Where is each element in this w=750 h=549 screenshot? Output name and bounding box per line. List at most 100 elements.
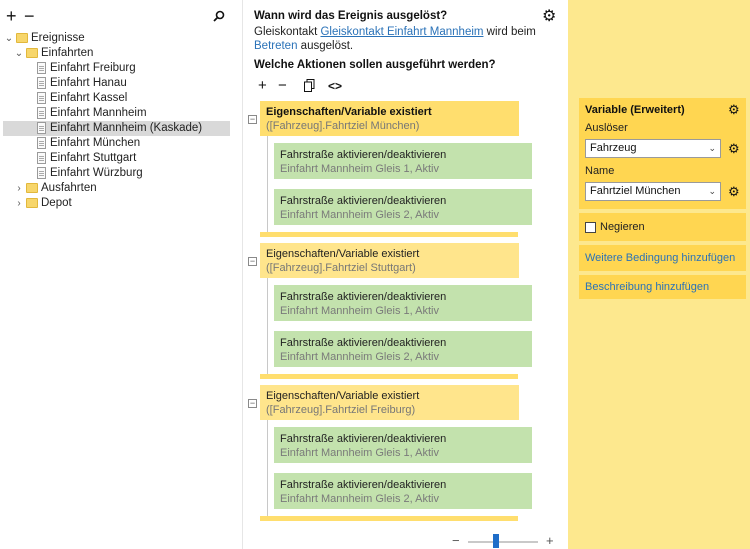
condition-subtitle: ([Fahrzeug].Fahrtziel Stuttgart): [266, 262, 416, 274]
action-title: Fahrstraße aktivieren/deaktivieren: [280, 149, 447, 161]
expand-arrow-icon[interactable]: ›: [14, 196, 24, 211]
document-icon: [37, 167, 46, 179]
chevron-down-icon: ⌄: [708, 186, 716, 196]
action-block[interactable]: Fahrstraße aktivieren/deaktivieren Einfa…: [274, 473, 532, 509]
document-icon: [37, 62, 46, 74]
trigger-description-2: Betreten ausgelöst.: [254, 40, 353, 52]
action-block[interactable]: Fahrstraße aktivieren/deaktivieren Einfa…: [274, 285, 532, 321]
document-icon: [37, 137, 46, 149]
condition-title: Eigenschaften/Variable existiert: [266, 106, 432, 118]
folder-icon: [26, 198, 38, 208]
negate-checkbox[interactable]: [585, 222, 596, 233]
add-condition-card: Weitere Bedingung hinzufügen: [579, 245, 746, 271]
action-subtitle: Einfahrt Mannheim Gleis 2, Aktiv: [280, 351, 439, 363]
collapse-arrow-icon[interactable]: ⌄: [14, 46, 24, 61]
condition-block[interactable]: Eigenschaften/Variable existiert ([Fahrz…: [260, 101, 519, 136]
search-icon[interactable]: [213, 10, 225, 22]
tree-item-label: Einfahrt Mannheim (Kaskade): [50, 122, 203, 134]
trigger-select[interactable]: Fahrzeug ⌄: [585, 139, 721, 158]
document-icon: [37, 92, 46, 104]
action-subtitle: Einfahrt Mannheim Gleis 1, Aktiv: [280, 447, 439, 459]
tree-item-einfahrt-freiburg[interactable]: Einfahrt Freiburg: [0, 61, 243, 76]
tree-connector: [267, 278, 268, 374]
collapse-condition-icon[interactable]: −: [248, 115, 257, 124]
document-icon: [37, 152, 46, 164]
condition-end: [260, 516, 518, 521]
negate-card: Negieren: [579, 213, 746, 241]
trigger-text: ausgelöst.: [297, 40, 354, 52]
event-tree: ⌄ Ereignisse ⌄ Einfahrten Einfahrt Freib…: [0, 31, 243, 211]
add-event-button[interactable]: +: [6, 7, 17, 25]
tree-item-label: Einfahrten: [41, 47, 94, 59]
action-subtitle: Einfahrt Mannheim Gleis 2, Aktiv: [280, 209, 439, 221]
condition-end: [260, 374, 518, 379]
trigger-mode-link[interactable]: Betreten: [254, 40, 297, 52]
action-title: Fahrstraße aktivieren/deaktivieren: [280, 337, 447, 349]
gear-icon[interactable]: ⚙: [728, 103, 740, 116]
remove-action-button[interactable]: −: [278, 78, 287, 94]
zoom-track[interactable]: [468, 541, 538, 543]
zoom-slider-thumb[interactable]: [493, 534, 499, 548]
tree-item-einfahrt-mannheim-kaskade[interactable]: Einfahrt Mannheim (Kaskade): [3, 121, 230, 136]
action-subtitle: Einfahrt Mannheim Gleis 1, Aktiv: [280, 305, 439, 317]
name-select[interactable]: Fahrtziel München ⌄: [585, 182, 721, 201]
action-block[interactable]: Fahrstraße aktivieren/deaktivieren Einfa…: [274, 143, 532, 179]
tree-item-label: Ausfahrten: [41, 182, 97, 194]
trigger-select-value: Fahrzeug: [590, 142, 637, 154]
tree-item-label: Einfahrt Hanau: [50, 77, 127, 89]
add-action-button[interactable]: +: [258, 78, 267, 94]
condition-block[interactable]: Eigenschaften/Variable existiert ([Fahrz…: [260, 385, 519, 420]
tree-panel: + − ⌄ Ereignisse ⌄ Einfahrten Einfahrt F…: [0, 0, 243, 549]
tree-item-ausfahrten[interactable]: › Ausfahrten: [0, 181, 243, 196]
tree-item-einfahrt-stuttgart[interactable]: Einfahrt Stuttgart: [0, 151, 243, 166]
tree-item-einfahrt-muenchen[interactable]: Einfahrt München: [0, 136, 243, 151]
action-block[interactable]: Fahrstraße aktivieren/deaktivieren Einfa…: [274, 427, 532, 463]
negate-label: Negieren: [600, 221, 645, 233]
trigger-text: wird beim: [483, 26, 536, 38]
action-block[interactable]: Fahrstraße aktivieren/deaktivieren Einfa…: [274, 331, 532, 367]
name-select-value: Fahrtziel München: [590, 185, 681, 197]
collapse-condition-icon[interactable]: −: [248, 257, 257, 266]
tree-item-label: Depot: [41, 197, 72, 209]
event-editor: Wann wird das Ereignis ausgelöst? ⚙ Glei…: [244, 0, 568, 549]
tree-item-depot[interactable]: › Depot: [0, 196, 243, 211]
action-title: Fahrstraße aktivieren/deaktivieren: [280, 433, 447, 445]
copy-icon[interactable]: [304, 79, 315, 96]
gear-icon[interactable]: ⚙: [728, 142, 740, 155]
tree-item-einfahrt-mannheim[interactable]: Einfahrt Mannheim: [0, 106, 243, 121]
tree-item-label: Einfahrt Stuttgart: [50, 152, 137, 164]
expand-arrow-icon[interactable]: ›: [14, 181, 24, 196]
document-icon: [37, 77, 46, 89]
action-block[interactable]: Fahrstraße aktivieren/deaktivieren Einfa…: [274, 189, 532, 225]
trigger-label: Auslöser: [585, 122, 628, 134]
actions-question: Welche Aktionen sollen ausgeführt werden…: [254, 59, 496, 71]
collapse-arrow-icon[interactable]: ⌄: [4, 31, 14, 46]
remove-event-button[interactable]: −: [24, 7, 35, 25]
gear-icon[interactable]: ⚙: [728, 185, 740, 198]
tree-item-label: Einfahrt Würzburg: [50, 167, 143, 179]
tree-item-label: Einfahrt Freiburg: [50, 62, 136, 74]
condition-subtitle: ([Fahrzeug].Fahrtziel München): [266, 120, 420, 132]
condition-subtitle: ([Fahrzeug].Fahrtziel Freiburg): [266, 404, 416, 416]
tree-item-einfahrt-kassel[interactable]: Einfahrt Kassel: [0, 91, 243, 106]
add-description-link[interactable]: Beschreibung hinzufügen: [585, 281, 709, 293]
contact-link[interactable]: Gleiskontakt Einfahrt Mannheim: [320, 26, 483, 38]
condition-block[interactable]: Eigenschaften/Variable existiert ([Fahrz…: [260, 243, 519, 278]
document-icon: [37, 122, 46, 134]
action-subtitle: Einfahrt Mannheim Gleis 2, Aktiv: [280, 493, 439, 505]
zoom-in-button[interactable]: +: [546, 534, 554, 548]
zoom-out-button[interactable]: −: [452, 534, 460, 548]
tree-item-einfahrt-hanau[interactable]: Einfahrt Hanau: [0, 76, 243, 91]
tree-item-einfahrt-wuerzburg[interactable]: Einfahrt Würzburg: [0, 166, 243, 181]
action-subtitle: Einfahrt Mannheim Gleis 1, Aktiv: [280, 163, 439, 175]
add-condition-link[interactable]: Weitere Bedingung hinzufügen: [585, 252, 735, 264]
name-label: Name: [585, 165, 615, 177]
chevron-down-icon: ⌄: [708, 143, 716, 153]
tree-connector: [267, 136, 268, 232]
trigger-text: Gleiskontakt: [254, 26, 321, 38]
gear-icon[interactable]: ⚙: [542, 9, 556, 25]
tree-item-einfahrten[interactable]: ⌄ Einfahrten: [0, 46, 243, 61]
tree-item-ereignisse[interactable]: ⌄ Ereignisse: [0, 31, 243, 46]
collapse-condition-icon[interactable]: −: [248, 399, 257, 408]
code-view-button[interactable]: <>: [328, 78, 342, 94]
